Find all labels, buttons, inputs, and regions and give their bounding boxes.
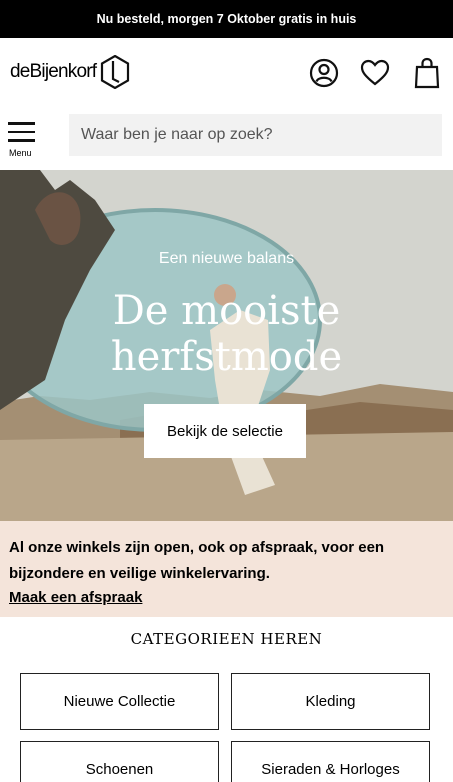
hero-banner[interactable]: Een nieuwe balans De mooiste herfstmode …: [0, 170, 453, 521]
logo-mark-icon: [101, 55, 130, 89]
store-notice: Al onze winkels zijn open, ook op afspra…: [0, 521, 453, 617]
hero-title-line1: De mooiste: [112, 288, 341, 334]
category-button-schoenen[interactable]: Schoenen: [20, 741, 219, 782]
categories-title: CATEGORIEEN HEREN: [130, 630, 323, 648]
category-button-nieuwe-collectie[interactable]: Nieuwe Collectie: [20, 673, 219, 730]
category-button-kleding[interactable]: Kleding: [231, 673, 430, 730]
heart-icon[interactable]: [358, 56, 392, 90]
site-header: deBijenkorf: [0, 38, 453, 110]
hero-title-line2: herfstmode: [110, 334, 343, 380]
notice-text: Al onze winkels zijn open, ook op afspra…: [9, 539, 385, 582]
search-row: Menu: [0, 110, 453, 170]
logo[interactable]: deBijenkorf: [10, 54, 130, 90]
account-icon[interactable]: [307, 56, 341, 90]
logo-text: deBijenkorf: [10, 61, 97, 82]
promo-banner: Nu besteld, morgen 7 Oktober gratis in h…: [0, 0, 453, 38]
category-button-sieraden-horloges[interactable]: Sieraden & Horloges: [231, 741, 430, 782]
hero-cta-button[interactable]: Bekijk de selectie: [144, 404, 306, 458]
hero-subtitle: Een nieuwe balans: [158, 250, 295, 267]
hero-title: De mooiste herfstmode: [0, 288, 453, 380]
menu-button[interactable]: Menu: [8, 122, 38, 162]
promo-text: Nu besteld, morgen 7 Oktober gratis in h…: [96, 12, 357, 26]
hamburger-icon: [8, 122, 38, 142]
search-input[interactable]: [69, 114, 442, 156]
menu-label: Menu: [9, 148, 32, 158]
appointment-link[interactable]: Maak een afspraak: [9, 589, 142, 606]
bag-icon[interactable]: [410, 56, 444, 90]
